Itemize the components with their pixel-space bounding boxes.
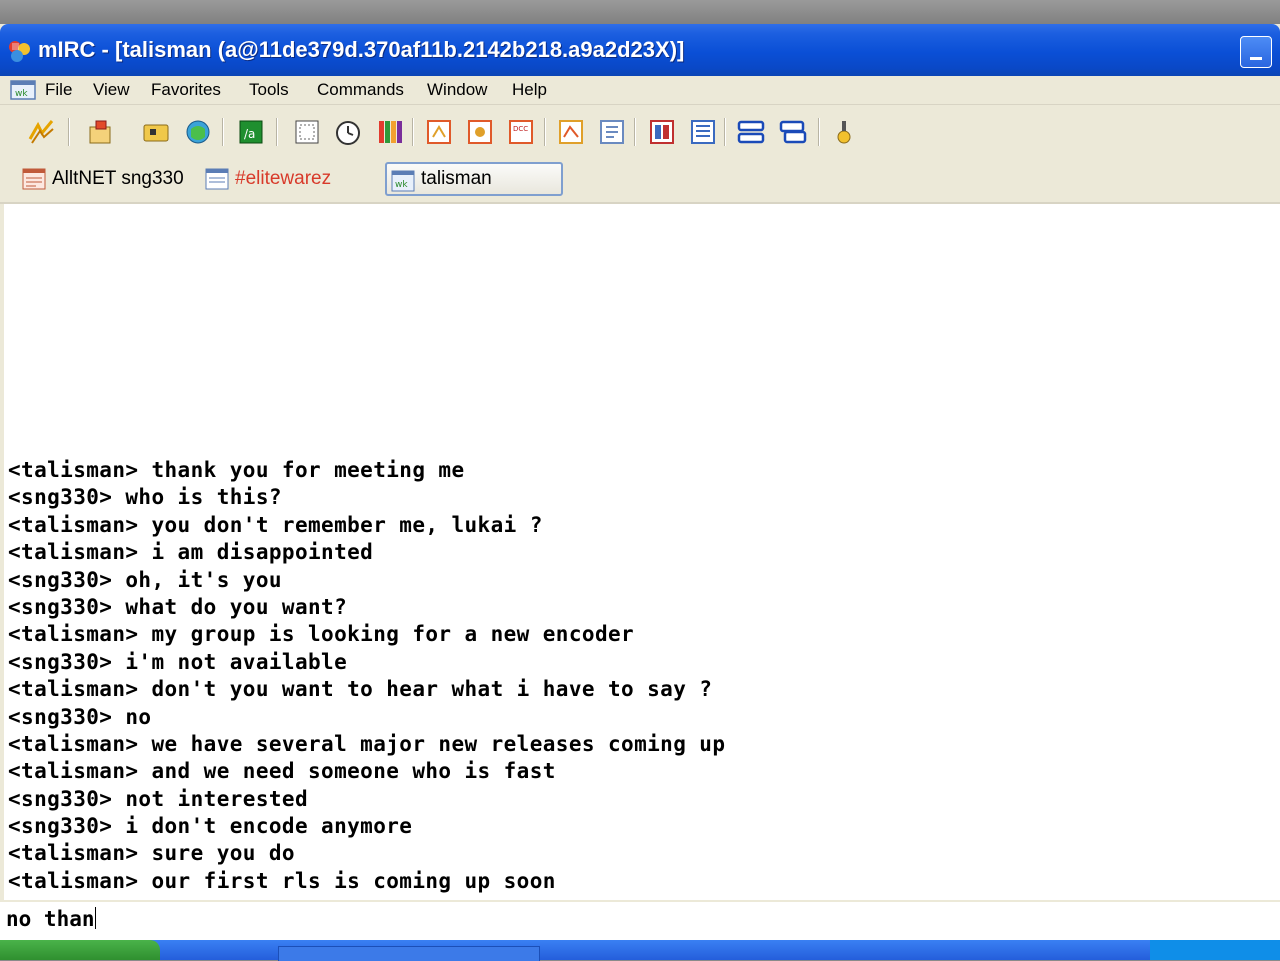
chat-line: <talisman> don't you want to hear what i… <box>8 677 713 702</box>
chat-icon[interactable] <box>465 117 495 147</box>
tab-label: talisman <box>421 168 492 189</box>
svg-text:wk: wk <box>15 89 28 99</box>
menu-tools[interactable]: Tools <box>249 80 289 100</box>
text-caret <box>94 907 96 929</box>
svg-text:wk: wk <box>395 180 408 190</box>
message-list: <talisman> thank you for meeting me <sng… <box>8 457 725 895</box>
notify-list-icon[interactable] <box>292 117 322 147</box>
desktop-background <box>0 0 1280 26</box>
chat-line: <talisman> thank you for meeting me <box>8 458 465 482</box>
toolbar-separator <box>724 118 726 146</box>
message-input[interactable]: no than <box>0 900 1280 940</box>
logs-icon[interactable] <box>597 117 627 147</box>
menu-help[interactable]: Help <box>512 80 547 100</box>
toolbar-separator <box>818 118 820 146</box>
taskbar <box>0 940 1280 961</box>
arrange-icon[interactable] <box>736 117 766 147</box>
timer-icon[interactable] <box>333 117 363 147</box>
cascade-windows-icon[interactable] <box>688 117 718 147</box>
tab-channel[interactable]: #elitewarez <box>205 162 365 196</box>
svg-text:/a: /a <box>244 127 255 141</box>
menu-commands[interactable]: Commands <box>317 80 404 100</box>
query-window-icon: wk <box>391 170 415 192</box>
colors-icon[interactable] <box>375 117 405 147</box>
tab-label: AlltNET sng330 <box>52 168 184 189</box>
toolbar-separator <box>276 118 278 146</box>
chat-line: <talisman> our first rls is coming up so… <box>8 868 556 893</box>
message-input-value[interactable]: no than <box>6 907 96 931</box>
chat-line: <sng330> i'm not available <box>8 649 348 674</box>
system-tray <box>1150 940 1280 960</box>
chat-line: <talisman> we have several major new rel… <box>8 731 726 756</box>
chat-line: <sng330> oh, it's you <box>8 567 282 592</box>
chat-line: <talisman> and we need someone who is fa… <box>8 759 556 784</box>
menu-bar: wk File View Favorites Tools Commands Wi… <box>0 76 1280 105</box>
chat-line: <sng330> who is this? <box>8 485 282 510</box>
toolbar-separator <box>68 118 70 146</box>
chat-line: <talisman> my group is looking for a new… <box>8 622 635 647</box>
minimize-button[interactable] <box>1240 36 1272 68</box>
menu-window[interactable]: Window <box>427 80 487 100</box>
tile-windows-icon[interactable] <box>647 117 677 147</box>
options-icon[interactable] <box>86 117 116 147</box>
menu-favorites[interactable]: Favorites <box>151 80 221 100</box>
mirc-window: mIRC - [talisman (a@11de379d.370af11b.21… <box>0 24 1280 940</box>
mirc-app-icon <box>9 41 30 62</box>
connect-icon[interactable] <box>26 117 56 147</box>
chat-line: <sng330> i don't encode anymore <box>8 814 413 839</box>
menu-view[interactable]: View <box>93 80 130 100</box>
input-text: no than <box>6 907 95 931</box>
chat-line: <talisman> you don't remember me, lukai … <box>8 512 543 537</box>
tab-status-window[interactable]: AlltNET sng330 <box>22 162 192 196</box>
address-book-icon[interactable] <box>183 117 213 147</box>
scripts-editor-icon[interactable]: /a <box>236 117 266 147</box>
toolbar-separator <box>412 118 414 146</box>
switchbar: AlltNET sng330 #elitewarez wk talisman <box>0 158 1280 204</box>
taskbar-button[interactable] <box>278 946 540 961</box>
chat-line: <sng330> not interested <box>8 786 308 811</box>
send-file-icon[interactable] <box>424 117 454 147</box>
title-bar[interactable]: mIRC - [talisman (a@11de379d.370af11b.21… <box>0 24 1280 76</box>
tab-query-talisman[interactable]: wk talisman <box>385 162 563 196</box>
switchbar-toggle-icon[interactable] <box>778 117 808 147</box>
toolbar-separator <box>544 118 546 146</box>
document-window-icon[interactable]: wk <box>10 80 36 100</box>
chat-line: <sng330> no <box>8 704 152 729</box>
status-window-icon <box>22 168 46 190</box>
menu-file[interactable]: File <box>45 80 72 100</box>
chat-log[interactable]: <talisman> thank you for meeting me <sng… <box>4 204 1280 900</box>
dcc-options-icon[interactable]: DCC <box>506 117 536 147</box>
tab-label: #elitewarez <box>235 168 332 189</box>
window-title: mIRC - [talisman (a@11de379d.370af11b.21… <box>38 37 685 62</box>
toolbar-separator <box>634 118 636 146</box>
channel-window-icon <box>205 168 229 190</box>
toolbar: /a DCC <box>0 106 1280 159</box>
chat-line: <talisman> sure you do <box>8 841 295 866</box>
start-button[interactable] <box>0 940 160 960</box>
help-icon[interactable] <box>829 117 859 147</box>
svg-text:DCC: DCC <box>513 125 528 133</box>
chat-line: <talisman> i am disappointed <box>8 540 374 565</box>
toolbar-separator <box>222 118 224 146</box>
channels-list-icon[interactable] <box>141 117 171 147</box>
chat-line: <sng330> what do you want? <box>8 594 348 619</box>
received-files-icon[interactable] <box>556 117 586 147</box>
